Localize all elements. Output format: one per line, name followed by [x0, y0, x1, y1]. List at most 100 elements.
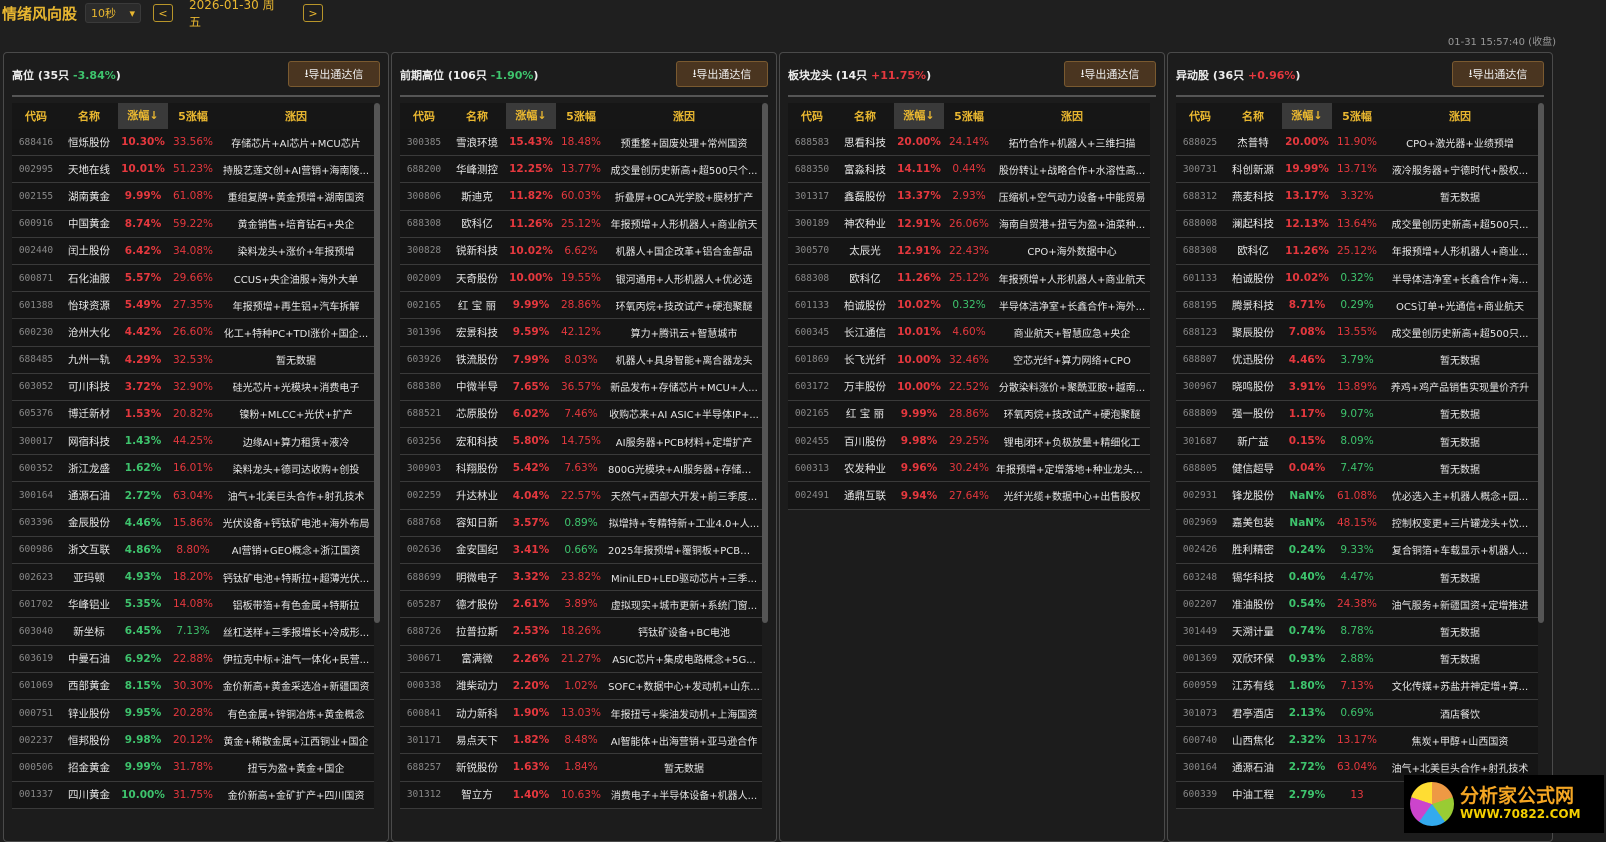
table-row[interactable]: 002155 湖南黄金 9.99% 61.08% 重组复牌+黄金预增+湖南国资: [12, 183, 374, 211]
table-row[interactable]: 000506 招金黄金 9.99% 31.78% 扭亏为盈+黄金+国企: [12, 754, 374, 782]
table-row[interactable]: 300806 斯迪克 11.82% 60.03% 折叠屏+OCA光学胶+膜材扩产: [400, 183, 762, 211]
table-row[interactable]: 603256 宏和科技 5.80% 14.75% AI服务器+PCB材料+定增扩…: [400, 428, 762, 456]
table-row[interactable]: 601069 西部黄金 8.15% 30.30% 金价新高+黄金采选冶+新疆国资: [12, 672, 374, 700]
table-row[interactable]: 002931 锋龙股份 NaN% 61.08% 优必选入主+机器人概念+园...: [1176, 482, 1538, 510]
table-row[interactable]: 688699 明微电子 3.32% 23.82% MiniLED+LED驱动芯片…: [400, 564, 762, 592]
column-header-reason[interactable]: 涨因: [218, 108, 374, 124]
column-header-name[interactable]: 名称: [1224, 108, 1282, 124]
table-row[interactable]: 300189 神农种业 12.91% 26.06% 海南自贸港+扭亏为盈+油菜种…: [788, 210, 1150, 238]
table-row[interactable]: 688350 富淼科技 14.11% 0.44% 股份转让+战略合作+水溶性高.…: [788, 156, 1150, 184]
table-row[interactable]: 601869 长飞光纤 10.00% 32.46% 空芯光纤+算力网络+CPO: [788, 346, 1150, 374]
table-row[interactable]: 688308 欧科亿 11.26% 25.12% 年报预增+人形机器人+商业航天: [788, 264, 1150, 293]
table-row[interactable]: 002995 天地在线 10.01% 51.23% 持股艺莲文创+AI营销+海南…: [12, 156, 374, 184]
column-header-change-5d[interactable]: 5涨幅: [556, 108, 606, 124]
table-row[interactable]: 688583 思看科技 20.00% 24.14% 拓竹合作+机器人+三维扫描: [788, 129, 1150, 157]
table-row[interactable]: 300731 科创新源 19.99% 13.71% 液冷服务器+宁德时代+股权.…: [1176, 156, 1538, 184]
table-row[interactable]: 688809 强一股份 1.17% 9.07% 暂无数据: [1176, 400, 1538, 429]
table-row[interactable]: 300385 雪浪环境 15.43% 18.48% 预重整+固废处理+常州国资: [400, 129, 762, 157]
table-row[interactable]: 600871 石化油服 5.57% 29.66% CCUS+央企油服+海外大单: [12, 264, 374, 293]
table-row[interactable]: 688807 优迅股份 4.46% 3.79% 暂无数据: [1176, 346, 1538, 374]
table-row[interactable]: 688257 新锐股份 1.63% 1.84% 暂无数据: [400, 754, 762, 782]
table-row[interactable]: 300164 通源石油 2.72% 63.04% 油气+北美巨头合作+射孔技术: [12, 482, 374, 510]
column-header-code[interactable]: 代码: [400, 108, 448, 124]
column-header-reason[interactable]: 涨因: [1382, 108, 1538, 124]
scrollbar[interactable]: [1538, 103, 1544, 623]
table-row[interactable]: 000751 锌业股份 9.95% 20.28% 有色金属+锌铜冶炼+黄金概念: [12, 699, 374, 728]
table-row[interactable]: 301317 鑫磊股份 13.37% 2.93% 压缩机+空气动力设备+中能贸易: [788, 183, 1150, 211]
export-tdx-button[interactable]: ⭳ 导出通达信: [288, 61, 380, 87]
table-row[interactable]: 688008 澜起科技 12.13% 13.64% 成交量创历史新高+超500只…: [1176, 210, 1538, 238]
scrollbar[interactable]: [374, 103, 380, 623]
table-row[interactable]: 603172 万丰股份 10.00% 22.52% 分散染料涨价+聚酰亚胺+越南…: [788, 373, 1150, 401]
refresh-interval-select[interactable]: 10秒 ▾: [85, 3, 142, 23]
export-tdx-button[interactable]: ⭳ 导出通达信: [676, 61, 768, 87]
table-row[interactable]: 600916 中国黄金 8.74% 59.22% 黄金销售+培育钻石+央企: [12, 210, 374, 238]
table-row[interactable]: 301396 宏景科技 9.59% 42.12% 算力+腾讯云+智慧城市: [400, 319, 762, 347]
table-row[interactable]: 300017 网宿科技 1.43% 44.25% 边缘AI+算力租赁+液冷: [12, 428, 374, 456]
table-row[interactable]: 688726 拉普拉斯 2.53% 18.26% 钙钛矿设备+BC电池: [400, 618, 762, 646]
table-row[interactable]: 301171 易点天下 1.82% 8.48% AI智能体+出海营销+亚马逊合作: [400, 727, 762, 755]
table-row[interactable]: 688768 容知日新 3.57% 0.89% 拟增持+专精特新+工业4.0+人…: [400, 509, 762, 537]
table-row[interactable]: 001369 双欣环保 0.93% 2.88% 暂无数据: [1176, 645, 1538, 673]
table-row[interactable]: 688380 中微半导 7.65% 36.57% 新品发布+存储芯片+MCU+人…: [400, 373, 762, 401]
table-row[interactable]: 601702 华峰铝业 5.35% 14.08% 铝板带箔+有色金属+特斯拉: [12, 591, 374, 619]
column-header-change-5d[interactable]: 5涨幅: [168, 108, 218, 124]
column-header-code[interactable]: 代码: [12, 108, 60, 124]
column-header-code[interactable]: 代码: [788, 108, 836, 124]
table-row[interactable]: 688200 华峰测控 12.25% 13.77% 成交量创历史新高+超500只…: [400, 156, 762, 184]
next-date-button[interactable]: >: [303, 4, 324, 22]
table-row[interactable]: 688805 健信超导 0.04% 7.47% 暂无数据: [1176, 455, 1538, 483]
table-row[interactable]: 300828 锐新科技 10.02% 6.62% 机器人+国企改革+铝合金部品: [400, 237, 762, 265]
table-row[interactable]: 300570 太辰光 12.91% 22.43% CPO+海外数据中心: [788, 237, 1150, 265]
table-row[interactable]: 603396 金辰股份 4.46% 15.86% 光伏设备+钙钛矿电池+海外布局: [12, 509, 374, 537]
table-row[interactable]: 601133 柏诚股份 10.02% 0.32% 半导体洁净室+长鑫合作+海..…: [1176, 264, 1538, 293]
table-row[interactable]: 600986 浙文互联 4.86% 8.80% AI营销+GEO概念+浙江国资: [12, 536, 374, 564]
table-row[interactable]: 600230 沧州大化 4.42% 26.60% 化工+特种PC+TDI涨价+国…: [12, 319, 374, 347]
table-row[interactable]: 600313 农发种业 9.96% 30.24% 年报预增+定增落地+种业龙头+…: [788, 455, 1150, 483]
table-row[interactable]: 688308 欧科亿 11.26% 25.12% 年报预增+人形机器人+商业航天: [400, 210, 762, 238]
table-row[interactable]: 301073 君亭酒店 2.13% 0.69% 酒店餐饮: [1176, 699, 1538, 728]
table-row[interactable]: 601133 柏诚股份 10.02% 0.32% 半导体洁净室+长鑫合作+海外.…: [788, 292, 1150, 320]
table-row[interactable]: 688123 聚辰股份 7.08% 13.55% 成交量创历史新高+超500只.…: [1176, 319, 1538, 347]
table-row[interactable]: 002426 胜利精密 0.24% 9.33% 复合铜箔+车载显示+机器人...: [1176, 536, 1538, 564]
table-row[interactable]: 002237 恒邦股份 9.98% 20.12% 黄金+稀散金属+江西铜业+国企: [12, 727, 374, 755]
column-header-reason[interactable]: 涨因: [994, 108, 1150, 124]
table-row[interactable]: 600959 江苏有线 1.80% 7.13% 文化传媒+苏盐井神定增+算...: [1176, 672, 1538, 700]
table-row[interactable]: 002440 闰土股份 6.42% 34.08% 染料龙头+涨价+年报预增: [12, 237, 374, 265]
scrollbar[interactable]: [762, 103, 768, 623]
table-row[interactable]: 688416 恒烁股份 10.30% 33.56% 存储芯片+AI芯片+MCU芯…: [12, 129, 374, 157]
table-row[interactable]: 603619 中曼石油 6.92% 22.88% 伊拉克中标+油气一体化+民营.…: [12, 645, 374, 673]
column-header-change-5d[interactable]: 5涨幅: [944, 108, 994, 124]
table-row[interactable]: 603926 铁流股份 7.99% 8.03% 机器人+具身智能+离合器龙头: [400, 346, 762, 374]
column-header-name[interactable]: 名称: [836, 108, 894, 124]
table-row[interactable]: 000338 潍柴动力 2.20% 1.02% SOFC+数据中心+发动机+山东…: [400, 672, 762, 700]
table-row[interactable]: 603040 新坐标 6.45% 7.13% 丝杠送样+三季报增长+冷成形...: [12, 618, 374, 646]
table-row[interactable]: 301449 天溯计量 0.74% 8.78% 暂无数据: [1176, 618, 1538, 646]
column-header-change[interactable]: 涨幅↓: [506, 103, 556, 129]
table-row[interactable]: 600740 山西焦化 2.32% 13.17% 焦炭+甲醇+山西国资: [1176, 727, 1538, 755]
column-header-name[interactable]: 名称: [448, 108, 506, 124]
table-row[interactable]: 301312 智立方 1.40% 10.63% 消费电子+半导体设备+机器人..…: [400, 781, 762, 809]
table-row[interactable]: 002009 天奇股份 10.00% 19.55% 银河通用+人形机器人+优必选: [400, 264, 762, 293]
export-tdx-button[interactable]: ⭳ 导出通达信: [1452, 61, 1544, 87]
table-row[interactable]: 002491 通鼎互联 9.94% 27.64% 光纤光缆+数据中心+出售股权: [788, 482, 1150, 510]
table-row[interactable]: 300967 晓鸣股份 3.91% 13.89% 养鸡+鸡产品销售实现量价齐升: [1176, 373, 1538, 401]
export-tdx-button[interactable]: ⭳ 导出通达信: [1064, 61, 1156, 87]
table-row[interactable]: 603248 锡华科技 0.40% 4.47% 暂无数据: [1176, 564, 1538, 592]
table-row[interactable]: 002165 红 宝 丽 9.99% 28.86% 环氧丙烷+技改试产+硬泡聚醚: [788, 400, 1150, 429]
table-row[interactable]: 688485 九州一轨 4.29% 32.53% 暂无数据: [12, 346, 374, 374]
table-row[interactable]: 600345 长江通信 10.01% 4.60% 商业航天+智慧应急+央企: [788, 319, 1150, 347]
table-row[interactable]: 002455 百川股份 9.98% 29.25% 锂电闭环+负极放量+精细化工: [788, 428, 1150, 456]
column-header-name[interactable]: 名称: [60, 108, 118, 124]
column-header-code[interactable]: 代码: [1176, 108, 1224, 124]
column-header-reason[interactable]: 涨因: [606, 108, 762, 124]
table-row[interactable]: 002623 亚玛顿 4.93% 18.20% 钙钛矿电池+特斯拉+超薄光伏..…: [12, 564, 374, 592]
table-row[interactable]: 603052 可川科技 3.72% 32.90% 硅光芯片+光模块+消费电子: [12, 373, 374, 401]
table-row[interactable]: 301687 新广益 0.15% 8.09% 暂无数据: [1176, 428, 1538, 456]
column-header-change-5d[interactable]: 5涨幅: [1332, 108, 1382, 124]
table-row[interactable]: 002259 升达林业 4.04% 22.57% 天然气+西部大开发+前三季度.…: [400, 482, 762, 510]
column-header-change[interactable]: 涨幅↓: [894, 103, 944, 129]
table-row[interactable]: 688025 杰普特 20.00% 11.90% CPO+激光器+业绩预增: [1176, 129, 1538, 157]
table-row[interactable]: 688195 腾景科技 8.71% 0.29% OCS订单+光通信+商业航天: [1176, 292, 1538, 320]
table-row[interactable]: 300903 科翔股份 5.42% 7.63% 800G光模块+AI服务器+存储…: [400, 455, 762, 483]
